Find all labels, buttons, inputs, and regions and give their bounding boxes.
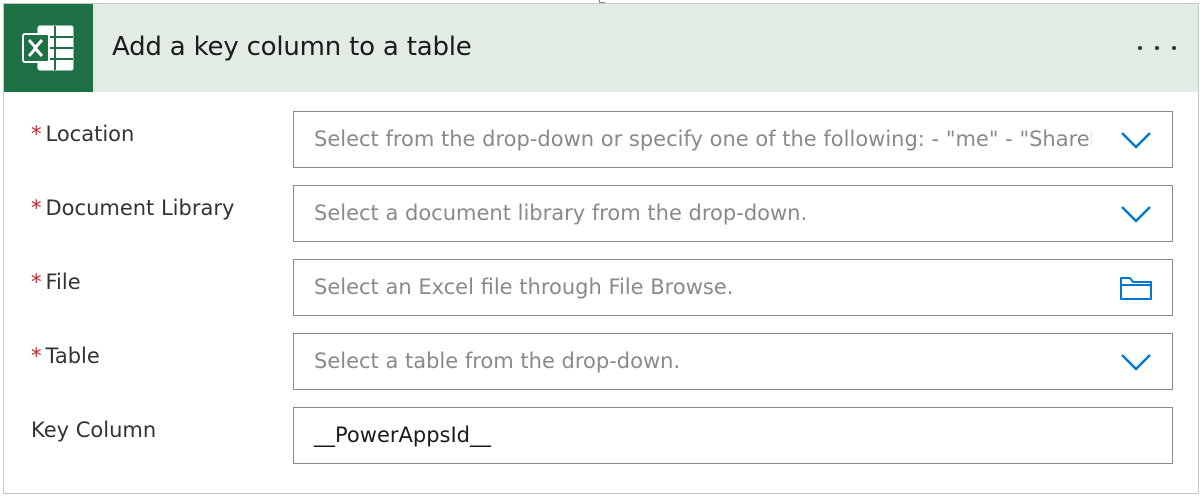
- excel-icon: [4, 4, 93, 92]
- required-marker: *: [31, 122, 42, 146]
- required-marker: *: [31, 344, 42, 368]
- more-options-icon[interactable]: [1132, 40, 1182, 58]
- key-column-label: Key Column: [31, 418, 157, 442]
- file-placeholder: Select an Excel file through File Browse…: [314, 275, 734, 299]
- file-picker[interactable]: Select an Excel file through File Browse…: [293, 259, 1173, 316]
- table-label: * Table: [31, 344, 100, 368]
- action-title: Add a key column to a table: [112, 32, 472, 62]
- key-column-input[interactable]: __PowerAppsId__: [293, 407, 1173, 464]
- document-library-placeholder: Select a document library from the drop-…: [314, 201, 808, 225]
- document-library-dropdown[interactable]: Select a document library from the drop-…: [293, 185, 1173, 242]
- required-marker: *: [31, 196, 42, 220]
- action-card: Add a key column to a table * Location Se…: [3, 3, 1199, 494]
- document-library-label: * Document Library: [31, 196, 235, 220]
- chevron-down-icon[interactable]: [1120, 204, 1152, 224]
- location-label: * Location: [31, 122, 135, 146]
- table-placeholder: Select a table from the drop-down.: [314, 349, 681, 373]
- table-dropdown[interactable]: Select a table from the drop-down.: [293, 333, 1173, 390]
- required-marker: *: [31, 270, 42, 294]
- location-dropdown[interactable]: Select from the drop-down or specify one…: [293, 111, 1173, 168]
- chevron-down-icon[interactable]: [1120, 352, 1152, 372]
- chevron-down-icon[interactable]: [1120, 130, 1152, 150]
- folder-icon[interactable]: [1120, 276, 1152, 300]
- file-label: * File: [31, 270, 81, 294]
- location-placeholder: Select from the drop-down or specify one…: [314, 127, 1092, 151]
- key-column-value: __PowerAppsId__: [314, 423, 491, 447]
- card-header[interactable]: Add a key column to a table: [4, 4, 1198, 92]
